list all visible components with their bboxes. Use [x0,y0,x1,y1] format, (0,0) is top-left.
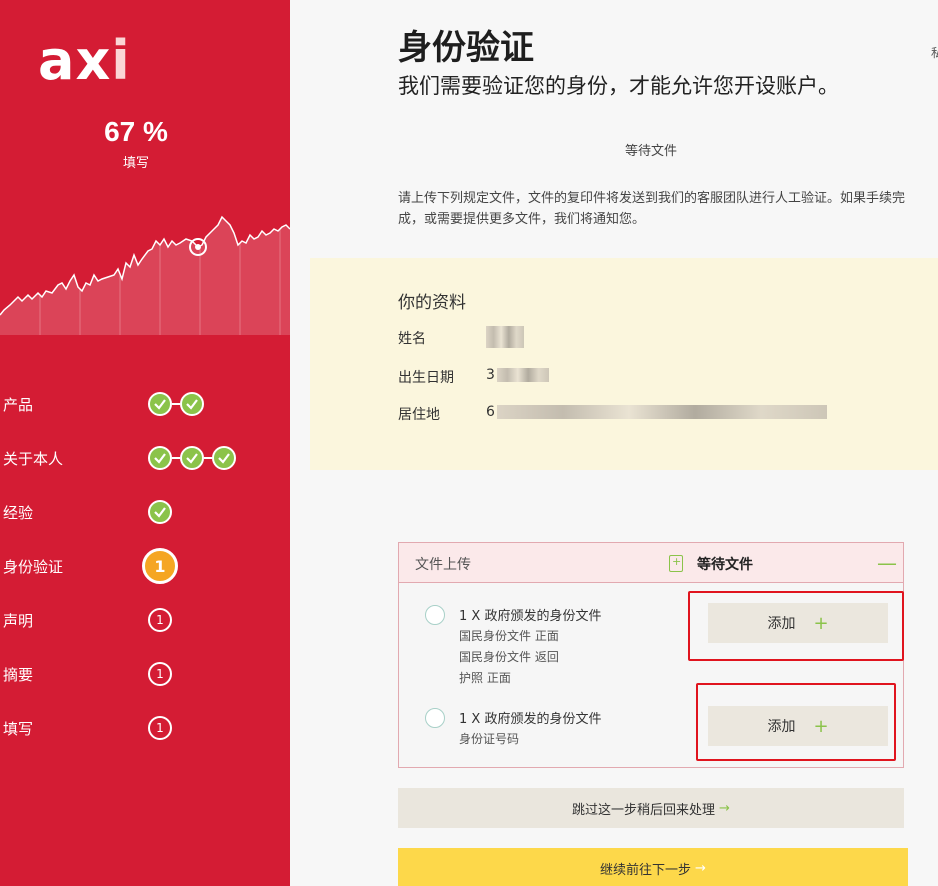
add-document-button[interactable]: 添加 + [708,603,888,643]
check-icon [212,446,236,470]
skip-step-button[interactable]: 跳过这一步稍后回来处理 → [398,788,904,828]
info-label-name: 姓名 [398,331,426,347]
step-label: 填写 [3,719,34,738]
radio-circle[interactable] [425,708,445,728]
info-label-residence: 居住地 [398,407,440,423]
file-upload-panel: 文件上传 等待文件 — 1 X 政府颁发的身份文件 国民身份文件 正面 国民身份… [398,542,904,768]
redacted-block [486,326,524,348]
progress-percent: 67 % [104,116,168,147]
step-label: 经验 [3,503,34,522]
page-subtitle: 我们需要验证您的身份，才能允许您开设账户。 [398,74,839,98]
step-status [148,446,236,470]
step-label: 关于本人 [3,449,64,468]
decorative-chart [0,215,290,335]
step-status: 1 [142,548,178,584]
step-label: 产品 [3,395,34,414]
requirement-title: 1 X 政府颁发的身份文件 [459,609,602,624]
sidebar: axi 67 % 填写 产品 关于本人 经验 身份验证 1 声明 1 摘要 1 … [0,0,290,886]
axi-logo[interactable]: axi [38,34,131,88]
logo-text: ax [38,29,112,92]
requirement-detail: 国民身份文件 正面 [459,629,559,643]
step-label: 身份验证 [3,557,64,576]
check-icon [148,500,172,524]
requirement-item: 1 X 政府颁发的身份文件 身份证号码 [425,708,685,748]
step-declaration[interactable]: 声明 1 [3,603,263,637]
connector-line [172,403,180,405]
info-value-name [486,326,524,348]
continue-next-button[interactable]: 继续前往下一步 → [398,848,908,886]
redacted-block [496,368,549,382]
radio-circle[interactable] [425,605,445,625]
requirement-detail: 护照 正面 [459,671,511,685]
step-status [148,392,204,416]
progress-label: 填写 [122,156,149,171]
status-text: 等待文件 [624,144,677,159]
requirement-title: 1 X 政府颁发的身份文件 [459,712,602,727]
step-count-badge: 1 [148,608,172,632]
arrow-right-icon: → [695,860,706,876]
check-icon [148,392,172,416]
active-step-badge: 1 [142,548,178,584]
step-count-badge: 1 [148,716,172,740]
step-fill[interactable]: 填写 1 [3,711,263,745]
add-document-button[interactable]: 添加 + [708,706,888,746]
step-status: 1 [148,608,172,632]
step-products[interactable]: 产品 [3,387,263,421]
upload-status: 等待文件 [697,557,753,573]
step-count-badge: 1 [148,662,172,686]
check-icon [148,446,172,470]
main-content: 身份验证 我们需要验证您的身份，才能允许您开设账户。 私 等待文件 请上传下列规… [290,0,938,886]
step-identity-verification[interactable]: 身份验证 1 [3,548,263,584]
plus-icon: + [813,612,829,634]
profile-info-card: 你的资料 姓名 出生日期 3 居住地 6 [310,258,938,470]
step-label: 声明 [3,611,34,630]
plus-icon: + [813,715,829,737]
instructions: 请上传下列规定文件，文件的复印件将发送到我们的客服团队进行人工验证。如果手续完成… [398,191,906,227]
upload-title: 文件上传 [415,557,471,573]
step-about-me[interactable]: 关于本人 [3,441,263,475]
page-title: 身份验证 [398,28,534,68]
redacted-block [496,405,827,419]
check-icon [180,392,204,416]
connector-line [204,457,212,459]
info-value-residence: 6 [486,404,827,420]
step-experience[interactable]: 经验 [3,495,263,529]
requirement-item: 1 X 政府颁发的身份文件 国民身份文件 正面 国民身份文件 返回 护照 正面 [425,605,685,685]
step-label: 摘要 [3,665,34,684]
check-icon [180,446,204,470]
logo-accent: i [111,29,131,92]
step-status [148,500,172,524]
info-title: 你的资料 [398,293,466,313]
step-status: 1 [148,716,172,740]
step-status: 1 [148,662,172,686]
connector-line [172,457,180,459]
step-summary[interactable]: 摘要 1 [3,657,263,691]
minus-icon[interactable]: — [877,551,897,575]
requirement-detail: 身份证号码 [459,732,520,746]
requirement-detail: 国民身份文件 返回 [459,650,559,664]
corner-text: 私 [931,46,938,60]
upload-header[interactable]: 文件上传 等待文件 — [399,543,903,583]
arrow-right-icon: → [719,800,730,816]
info-value-birthdate: 3 [486,367,549,383]
document-add-icon [669,555,683,572]
info-label-birthdate: 出生日期 [398,370,454,386]
